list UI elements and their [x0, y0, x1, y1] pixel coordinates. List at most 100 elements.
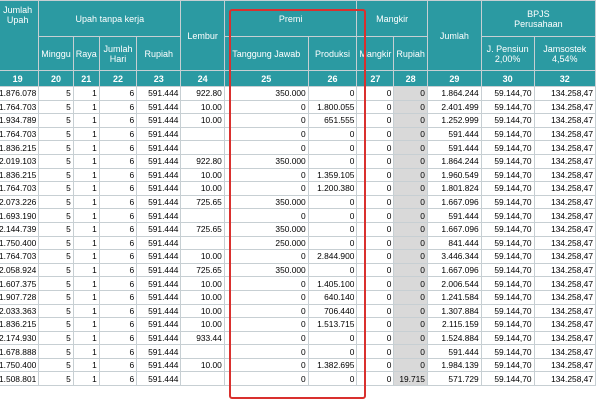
table-cell[interactable]: 134.258,47 [533, 317, 597, 332]
table-cell[interactable]: 0 [223, 140, 309, 155]
table-cell[interactable]: 0 [393, 140, 428, 155]
table-cell[interactable]: 6 [98, 99, 138, 115]
table-cell[interactable]: 2.144.739 [0, 221, 40, 237]
table-cell[interactable]: 0 [307, 140, 358, 155]
table-cell[interactable]: 0 [356, 140, 395, 155]
table-cell[interactable]: 5 [38, 113, 74, 128]
table-cell[interactable]: 0 [223, 303, 309, 319]
table-cell[interactable]: 841.444 [426, 235, 482, 251]
table-cell[interactable]: 2.115.159 [426, 317, 482, 332]
table-cell[interactable]: 1 [72, 140, 100, 155]
table-cell[interactable]: 1.864.244 [426, 153, 482, 169]
table-cell[interactable]: 134.258,47 [533, 194, 597, 210]
table-cell[interactable]: 6 [98, 371, 138, 387]
table-cell[interactable]: 5 [38, 317, 74, 332]
table-cell[interactable]: 1.800.055 [307, 99, 358, 115]
table-cell[interactable]: 0 [223, 113, 309, 128]
table-cell[interactable]: 1 [72, 208, 100, 223]
table-cell[interactable]: 59.144,70 [480, 303, 535, 319]
table-cell[interactable]: 134.258,47 [533, 235, 597, 251]
table-cell[interactable]: 1.667.096 [426, 194, 482, 210]
table-cell[interactable]: 1.307.884 [426, 303, 482, 319]
table-cell[interactable]: 0 [393, 235, 428, 251]
table-cell[interactable]: 2.033.363 [0, 303, 40, 319]
table-cell[interactable]: 0 [356, 181, 395, 196]
table-cell[interactable]: 59.144,70 [480, 113, 535, 128]
table-cell[interactable]: 1 [72, 289, 100, 305]
table-cell[interactable]: 134.258,47 [533, 208, 597, 223]
table-cell[interactable]: 350.000 [223, 262, 309, 278]
table-cell[interactable]: 1 [72, 303, 100, 319]
table-cell[interactable]: 591.444 [136, 317, 182, 332]
table-cell[interactable]: 1 [72, 221, 100, 237]
table-cell[interactable]: 59.144,70 [480, 344, 535, 359]
table-cell[interactable]: 0 [356, 357, 395, 373]
table-cell[interactable]: 0 [356, 262, 395, 278]
table-cell[interactable]: 1.836.215 [0, 317, 40, 332]
table-cell[interactable]: 0 [356, 153, 395, 169]
table-cell[interactable]: 59.144,70 [480, 262, 535, 278]
table-cell[interactable]: 1 [72, 276, 100, 291]
table-cell[interactable]: 591.444 [136, 344, 182, 359]
table-cell[interactable]: 0 [356, 167, 395, 183]
table-cell[interactable]: 922.80 [180, 86, 225, 101]
table-cell[interactable]: 59.144,70 [480, 221, 535, 237]
table-cell[interactable]: 134.258,47 [533, 289, 597, 305]
header-bpjs[interactable]: BPJS Perusahaan [480, 0, 597, 37]
header-upah-tanpa-kerja[interactable]: Upah tanpa kerja [38, 0, 182, 37]
table-cell[interactable]: 5 [38, 357, 74, 373]
table-cell[interactable]: 1.405.100 [307, 276, 358, 291]
table-cell[interactable]: 591.444 [426, 344, 482, 359]
table-cell[interactable]: 350.000 [223, 86, 309, 101]
table-cell[interactable]: 0 [223, 249, 309, 264]
table-cell[interactable]: 1 [72, 344, 100, 359]
table-cell[interactable]: 0 [223, 208, 309, 223]
table-cell[interactable]: 6 [98, 113, 138, 128]
table-cell[interactable]: 0 [223, 99, 309, 115]
header-j-pensiun[interactable]: J. Pensiun 2,00% [480, 36, 535, 71]
table-cell[interactable]: 3.446.344 [426, 249, 482, 264]
table-cell[interactable]: 2.174.930 [0, 330, 40, 346]
table-cell[interactable]: 6 [98, 357, 138, 373]
table-cell[interactable]: 1.667.096 [426, 262, 482, 278]
table-cell[interactable]: 1.836.215 [0, 167, 40, 183]
table-cell[interactable]: 2.073.226 [0, 194, 40, 210]
table-cell[interactable]: 6 [98, 140, 138, 155]
table-cell[interactable]: 591.444 [136, 167, 182, 183]
table-cell[interactable]: 725.65 [180, 221, 225, 237]
table-cell[interactable]: 591.444 [426, 208, 482, 223]
header-mangkir[interactable]: Mangkir [356, 36, 395, 71]
table-cell[interactable]: 0 [393, 262, 428, 278]
table-cell[interactable]: 1.876.078 [0, 86, 40, 101]
table-cell[interactable]: 1.200.380 [307, 181, 358, 196]
table-cell[interactable]: 0 [356, 235, 395, 251]
table-cell[interactable]: 6 [98, 153, 138, 169]
table-cell[interactable]: 591.444 [136, 99, 182, 115]
table-cell[interactable]: 6 [98, 344, 138, 359]
table-cell[interactable]: 591.444 [136, 140, 182, 155]
table-cell[interactable]: 6 [98, 126, 138, 142]
table-cell[interactable]: 0 [393, 167, 428, 183]
table-cell[interactable]: 0 [393, 99, 428, 115]
table-cell[interactable]: 59.144,70 [480, 276, 535, 291]
table-cell[interactable]: 591.444 [426, 126, 482, 142]
table-cell[interactable]: 134.258,47 [533, 262, 597, 278]
table-cell[interactable]: 59.144,70 [480, 194, 535, 210]
table-cell[interactable]: 0 [356, 303, 395, 319]
table-cell[interactable]: 1 [72, 126, 100, 142]
table-cell[interactable]: 1.960.549 [426, 167, 482, 183]
table-cell[interactable]: 1 [72, 153, 100, 169]
table-cell[interactable]: 6 [98, 289, 138, 305]
table-cell[interactable]: 1.764.703 [0, 249, 40, 264]
table-cell[interactable]: 134.258,47 [533, 181, 597, 196]
table-cell[interactable]: 134.258,47 [533, 140, 597, 155]
table-cell[interactable]: 1.252.999 [426, 113, 482, 128]
table-cell[interactable]: 134.258,47 [533, 221, 597, 237]
table-cell[interactable]: 706.440 [307, 303, 358, 319]
table-cell[interactable]: 0 [393, 317, 428, 332]
table-cell[interactable]: 6 [98, 317, 138, 332]
header-lembur[interactable]: Lembur [180, 0, 225, 71]
table-cell[interactable]: 5 [38, 371, 74, 387]
table-cell[interactable]: 0 [356, 86, 395, 101]
header-jamsostek[interactable]: Jamsostek 4,54% [533, 36, 597, 71]
